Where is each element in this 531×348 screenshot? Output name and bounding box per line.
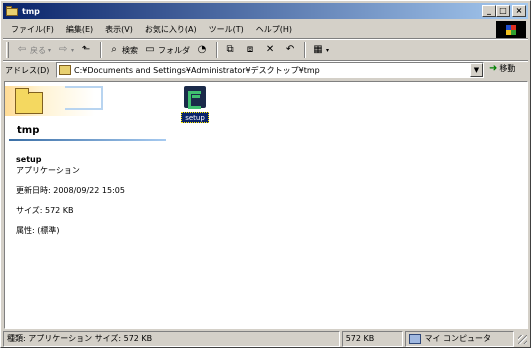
views-icon: ▦	[313, 44, 323, 55]
address-path[interactable]: C:¥Documents and Settings¥Administrator¥…	[74, 65, 320, 76]
minimize-button[interactable]: _	[482, 5, 496, 17]
menu-view[interactable]: 表示(V)	[99, 21, 139, 38]
standard-toolbar: ⇦ 戻る ▾ ⇨ ▾ ⬑ ⌕ 検索 ▭ フォルダ ◔ ⧉ ⧈ ✕ ↶ ▦ ▾	[3, 40, 528, 60]
folder-banner	[5, 82, 115, 122]
go-button[interactable]: ➜ 移動	[489, 63, 515, 74]
copy-to-button[interactable]: ⧈	[241, 41, 261, 59]
toolbar-separator	[100, 42, 103, 58]
window-title: tmp	[22, 6, 40, 16]
address-field[interactable]: C:¥Documents and Settings¥Administrator¥…	[56, 62, 484, 78]
maximize-button[interactable]: □	[496, 5, 510, 17]
folders-button[interactable]: ▭ フォルダ	[141, 41, 193, 59]
up-folder-icon: ⬑	[81, 44, 91, 55]
folder-icon	[5, 5, 19, 17]
toolbar-separator	[304, 42, 307, 58]
status-description: 種類: アプリケーション サイズ: 572 KB	[3, 331, 340, 347]
back-dropdown-icon[interactable]: ▾	[48, 47, 51, 54]
folder-title: tmp	[17, 125, 40, 136]
resize-grip[interactable]	[516, 331, 528, 345]
file-item-setup[interactable]: setup	[181, 86, 209, 124]
large-folder-icon	[15, 88, 43, 114]
folders-icon: ▭	[145, 44, 155, 55]
selected-name: setup	[16, 155, 42, 164]
folder-icon	[59, 65, 71, 75]
search-icon: ⌕	[111, 44, 117, 55]
address-bar: アドレス(D) C:¥Documents and Settings¥Admini…	[3, 62, 528, 79]
move-to-button[interactable]: ⧉	[221, 41, 241, 59]
folders-label: フォルダ	[158, 45, 191, 55]
menu-file[interactable]: ファイル(F)	[3, 21, 60, 38]
forward-arrow-icon: ⇨	[58, 44, 68, 55]
history-icon: ◔	[197, 44, 207, 55]
caption-buttons: _ □ ×	[482, 5, 526, 17]
windows-logo-icon	[496, 21, 526, 38]
undo-button[interactable]: ↶	[281, 41, 301, 59]
menu-edit[interactable]: 編集(E)	[60, 21, 99, 38]
search-button[interactable]: ⌕ 検索	[105, 41, 141, 59]
address-dropdown-button[interactable]: ▼	[470, 63, 483, 77]
status-zone: マイ コンピュータ	[405, 331, 515, 347]
selected-size: サイズ: 572 KB	[16, 206, 74, 215]
selected-modified: 更新日時: 2008/09/22 15:05	[16, 186, 125, 195]
selected-attributes: 属性: (標準)	[16, 226, 60, 235]
title-divider	[9, 139, 166, 141]
toolbar-separator	[216, 42, 219, 58]
file-label: setup	[181, 112, 209, 123]
back-label: 戻る	[30, 45, 46, 55]
title-bar[interactable]: tmp _ □ ×	[3, 3, 528, 19]
menu-favorites[interactable]: お気に入り(A)	[139, 21, 203, 38]
move-to-icon: ⧉	[226, 44, 234, 55]
status-size: 572 KB	[341, 331, 404, 347]
details-pane: setup アプリケーション 更新日時: 2008/09/22 15:05 サイ…	[16, 154, 125, 236]
up-button[interactable]: ⬑	[77, 41, 97, 59]
folder-view[interactable]: tmp setup アプリケーション 更新日時: 2008/09/22 15:0…	[4, 81, 528, 329]
menu-bar: ファイル(F) 編集(E) 表示(V) お気に入り(A) ツール(T) ヘルプ(…	[3, 21, 528, 38]
copy-to-icon: ⧈	[246, 44, 254, 55]
selected-type: アプリケーション	[16, 166, 80, 175]
status-zone-label: マイ コンピュータ	[424, 334, 492, 343]
go-arrow-icon: ➜	[489, 63, 498, 74]
go-label: 移動	[499, 64, 516, 73]
close-button[interactable]: ×	[512, 5, 526, 17]
address-label: アドレス(D)	[5, 66, 50, 75]
setup-app-icon	[184, 86, 206, 109]
forward-button[interactable]: ⇨ ▾	[54, 41, 77, 59]
history-button[interactable]: ◔	[193, 41, 213, 59]
undo-icon: ↶	[285, 44, 295, 55]
explorer-window: tmp _ □ × ファイル(F) 編集(E) 表示(V) お気に入り(A) ツ…	[0, 0, 531, 348]
search-label: 検索	[122, 45, 139, 55]
menu-help[interactable]: ヘルプ(H)	[250, 21, 298, 38]
forward-dropdown-icon[interactable]: ▾	[71, 47, 74, 54]
back-button[interactable]: ⇦ 戻る ▾	[13, 41, 54, 59]
delete-button[interactable]: ✕	[261, 41, 281, 59]
delete-icon: ✕	[265, 44, 275, 55]
toolbar-grip[interactable]	[6, 42, 9, 58]
menu-tools[interactable]: ツール(T)	[203, 21, 250, 38]
status-bar: 種類: アプリケーション サイズ: 572 KB 572 KB マイ コンピュー…	[3, 331, 528, 347]
views-dropdown-icon[interactable]: ▾	[326, 47, 329, 54]
views-button[interactable]: ▦ ▾	[309, 41, 332, 59]
my-computer-icon	[409, 334, 422, 344]
back-arrow-icon: ⇦	[17, 44, 27, 55]
